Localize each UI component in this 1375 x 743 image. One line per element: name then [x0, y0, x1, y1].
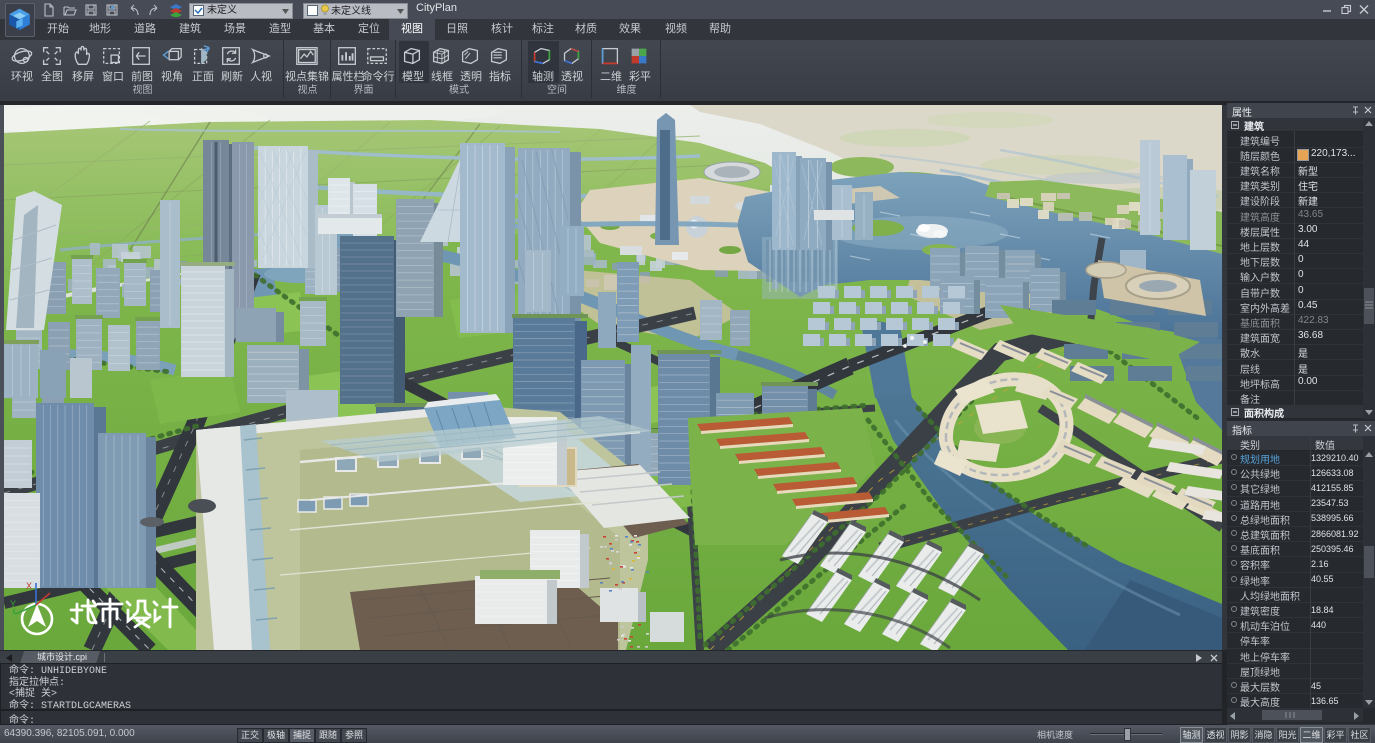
svg-text:Y: Y — [10, 599, 16, 609]
svg-text:X: X — [26, 581, 32, 591]
